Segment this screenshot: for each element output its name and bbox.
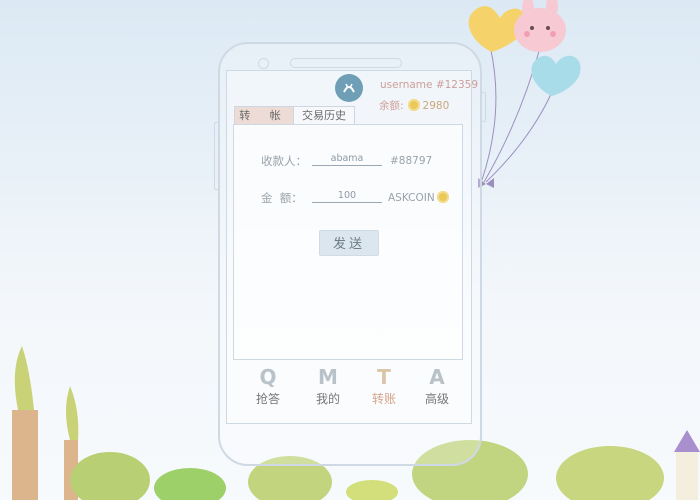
nav-label-advanced: 高级 xyxy=(424,392,449,406)
nav-letter-t: T xyxy=(377,365,391,389)
coin-icon xyxy=(407,99,420,111)
bunny-balloon-icon xyxy=(514,0,566,52)
avatar[interactable] xyxy=(335,74,363,102)
amount-input[interactable] xyxy=(312,188,382,203)
tab-transfer[interactable]: 转 帐 xyxy=(234,106,294,125)
nav-item-advanced[interactable]: A 高级 xyxy=(417,366,457,407)
nav-item-transfer[interactable]: T 转账 xyxy=(364,366,404,407)
balance: 余额: 2980 xyxy=(379,98,449,113)
currency-label: ASKCOIN xyxy=(388,191,452,204)
nav-letter-m: M xyxy=(318,365,338,389)
send-button[interactable]: 发送 xyxy=(319,230,379,256)
balance-value: 2980 xyxy=(422,100,450,112)
nav-label-qa: 抢答 xyxy=(255,392,280,406)
power-button xyxy=(480,92,486,122)
logo-icon xyxy=(343,83,355,93)
nav-label-mine: 我的 xyxy=(315,392,340,406)
recipient-label: 收款人： xyxy=(261,154,307,168)
nav-letter-q: Q xyxy=(259,365,277,389)
nav-item-qa[interactable]: Q 抢答 xyxy=(248,366,288,407)
recipient-input[interactable] xyxy=(312,151,382,166)
camera-icon xyxy=(258,58,269,69)
username: username #12359 xyxy=(380,79,479,91)
speaker-grill xyxy=(290,58,402,68)
nav-item-mine[interactable]: M 我的 xyxy=(308,366,348,407)
currency-name: ASKCOIN xyxy=(388,192,435,204)
tab-history[interactable]: 交易历史 xyxy=(293,106,355,125)
volume-button xyxy=(214,122,220,190)
amount-label: 金 额： xyxy=(261,191,303,205)
nav-letter-a: A xyxy=(429,365,445,389)
balance-label: 余额: xyxy=(379,100,404,112)
nav-label-transfer: 转账 xyxy=(371,392,396,406)
recipient-id: #88797 xyxy=(390,155,433,167)
coin-icon xyxy=(436,191,449,203)
